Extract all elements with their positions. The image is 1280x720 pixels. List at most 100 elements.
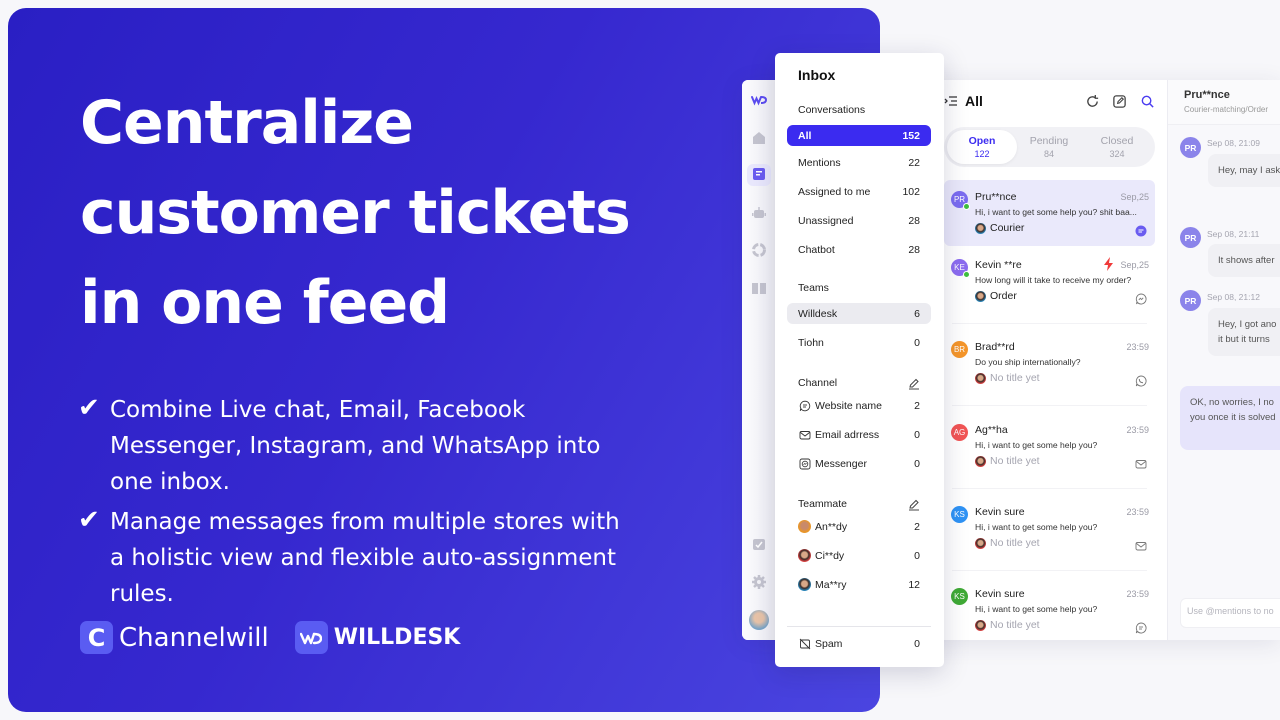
inbox-panel: Inbox Conversations All 152 Mentions 22 … (775, 53, 944, 667)
nav-label: Website name (815, 399, 882, 412)
message-text: OK, no worries, I no (1190, 397, 1274, 408)
nav-label: Willdesk (798, 307, 838, 320)
conversation-item[interactable]: KS Kevin sure 23:59 Hi, i want to get some … (944, 577, 1155, 640)
list-title: All (965, 93, 983, 109)
divider (952, 570, 1147, 571)
analytics-icon[interactable] (751, 242, 767, 258)
conversation-time: Sep,25 (1120, 192, 1149, 202)
nav-count: 28 (908, 243, 920, 256)
nav-label: Email adrress (815, 428, 880, 441)
contact-avatar: PR (1180, 227, 1201, 248)
brand-name: WILLDESK (333, 625, 461, 650)
tab-label: Closed (1100, 135, 1134, 147)
contact-avatar: KS (951, 588, 968, 605)
message-text: you once it is solved (1190, 412, 1276, 423)
message-composer-input[interactable]: Use @mentions to no (1180, 598, 1280, 628)
contact-name: Brad**rd (975, 341, 1015, 353)
user-avatar[interactable] (749, 610, 769, 630)
nav-label: Messenger (815, 457, 867, 470)
nav-item-teammate[interactable]: Ci**dy 0 (787, 545, 931, 566)
hero-title-line: in one feed (80, 268, 450, 338)
nav-count: 0 (914, 428, 920, 441)
nav-count: 2 (914, 520, 920, 533)
divider (952, 405, 1147, 406)
nav-count: 0 (914, 457, 920, 470)
contact-avatar: PR (1180, 137, 1201, 158)
refresh-icon[interactable] (1085, 94, 1100, 109)
edit-channels-icon[interactable] (908, 377, 920, 390)
status-tabs: Open 122 Pending 84 Closed 324 (944, 127, 1155, 167)
knowledge-book-icon[interactable] (751, 280, 767, 296)
nav-item-channel-website[interactable]: Website name 2 (787, 395, 931, 416)
feature-list: ✔ Combine Live chat, Email, Facebook Mes… (76, 392, 636, 616)
settings-icon[interactable] (751, 574, 767, 590)
nav-item-team-willdesk[interactable]: Willdesk 6 (787, 303, 931, 324)
nav-item-team-tiohn[interactable]: Tiohn 0 (787, 332, 931, 353)
whatsapp-icon (1135, 374, 1147, 387)
contact-avatar: PR (1180, 290, 1201, 311)
nav-count: 0 (914, 637, 920, 650)
nav-item-chatbot[interactable]: Chatbot 28 (787, 239, 931, 260)
section-heading-conversations: Conversations (798, 104, 866, 116)
edit-teammates-icon[interactable] (908, 498, 920, 511)
willdesk-logo-icon[interactable] (751, 92, 767, 108)
message-bubble: Hey, I got ano it but it turns (1208, 308, 1280, 356)
urgent-bolt-icon (1103, 257, 1114, 271)
nav-item-all[interactable]: All 152 (787, 125, 931, 146)
conversation-list: All Open 122 Pending 84 Closed 324 PR Pr… (944, 80, 1166, 640)
conversation-title: No title yet (990, 619, 1040, 631)
conversation-title: Order (990, 290, 1017, 302)
chat-pane: Pru**nce Courier-matching/Order PR Sep 0… (1167, 80, 1280, 640)
willdesk-logo-icon (294, 621, 328, 654)
hero-title: Centralize customer tickets in one feed (80, 78, 700, 348)
nav-item-teammate[interactable]: An**dy 2 (787, 516, 931, 537)
assignee-avatar (975, 291, 986, 302)
nav-item-spam[interactable]: Spam 0 (787, 633, 931, 654)
conversation-item[interactable]: AG Ag**ha 23:59 Hi, i want to get some help… (944, 413, 1155, 479)
conversation-title: Courier (990, 222, 1025, 234)
conversation-item[interactable]: PR Pru**nce Sep,25 Hi, i want to get some h… (944, 180, 1155, 246)
contact-name: Kevin sure (975, 506, 1025, 518)
messenger-icon (798, 457, 811, 470)
nav-count: 152 (902, 129, 920, 142)
nav-label: Assigned to me (798, 185, 871, 198)
nav-item-assigned-to-me[interactable]: Assigned to me 102 (787, 181, 931, 202)
nav-label: Ma**ry (815, 578, 847, 591)
nav-item-unassigned[interactable]: Unassigned 28 (787, 210, 931, 231)
feature-text: Combine Live chat, Email, Facebook Messe… (110, 397, 601, 495)
tab-open[interactable]: Open 122 (947, 130, 1017, 164)
tab-closed[interactable]: Closed 324 (1082, 130, 1152, 164)
list-header: All (944, 92, 1166, 112)
tab-count: 122 (974, 149, 990, 159)
message-bubble: Hey, may I ask (1208, 154, 1280, 187)
inbox-title: Inbox (798, 67, 836, 83)
conversation-time: 23:59 (1126, 589, 1149, 599)
contact-name: Kevin sure (975, 588, 1025, 600)
contact-avatar: BR (951, 341, 968, 358)
nav-item-teammate[interactable]: Ma**ry 12 (787, 574, 931, 595)
contact-avatar: AG (951, 424, 968, 441)
nav-item-mentions[interactable]: Mentions 22 (787, 152, 931, 173)
nav-item-channel-email[interactable]: Email adrress 0 (787, 424, 931, 445)
compose-icon[interactable] (1112, 94, 1127, 109)
tab-pending[interactable]: Pending 84 (1014, 130, 1084, 164)
tasks-icon[interactable] (751, 537, 767, 553)
conversation-item[interactable]: BR Brad**rd 23:59 Do you ship international… (944, 330, 1155, 396)
conversation-item[interactable]: KE Kevin **re Sep,25 How long will it take … (944, 248, 1155, 314)
brand-channelwill: C Channelwill (80, 621, 269, 654)
section-heading-channel: Channel (798, 377, 838, 389)
search-icon[interactable] (1140, 94, 1155, 109)
inbox-icon[interactable] (751, 167, 767, 183)
brand-willdesk: WILLDESK (294, 621, 461, 654)
home-icon[interactable] (751, 130, 767, 146)
teammate-avatar (798, 520, 811, 533)
collapse-menu-icon[interactable] (944, 94, 958, 108)
teammate-avatar (798, 578, 811, 591)
nav-count: 0 (914, 549, 920, 562)
message-text: it but it turns (1218, 334, 1270, 345)
chatbot-icon[interactable] (751, 205, 767, 221)
conversation-item[interactable]: KS Kevin sure 23:59 Hi, i want to get some … (944, 495, 1155, 561)
nav-item-channel-messenger[interactable]: Messenger 0 (787, 453, 931, 474)
email-icon (798, 428, 811, 441)
online-status-dot (963, 203, 970, 210)
